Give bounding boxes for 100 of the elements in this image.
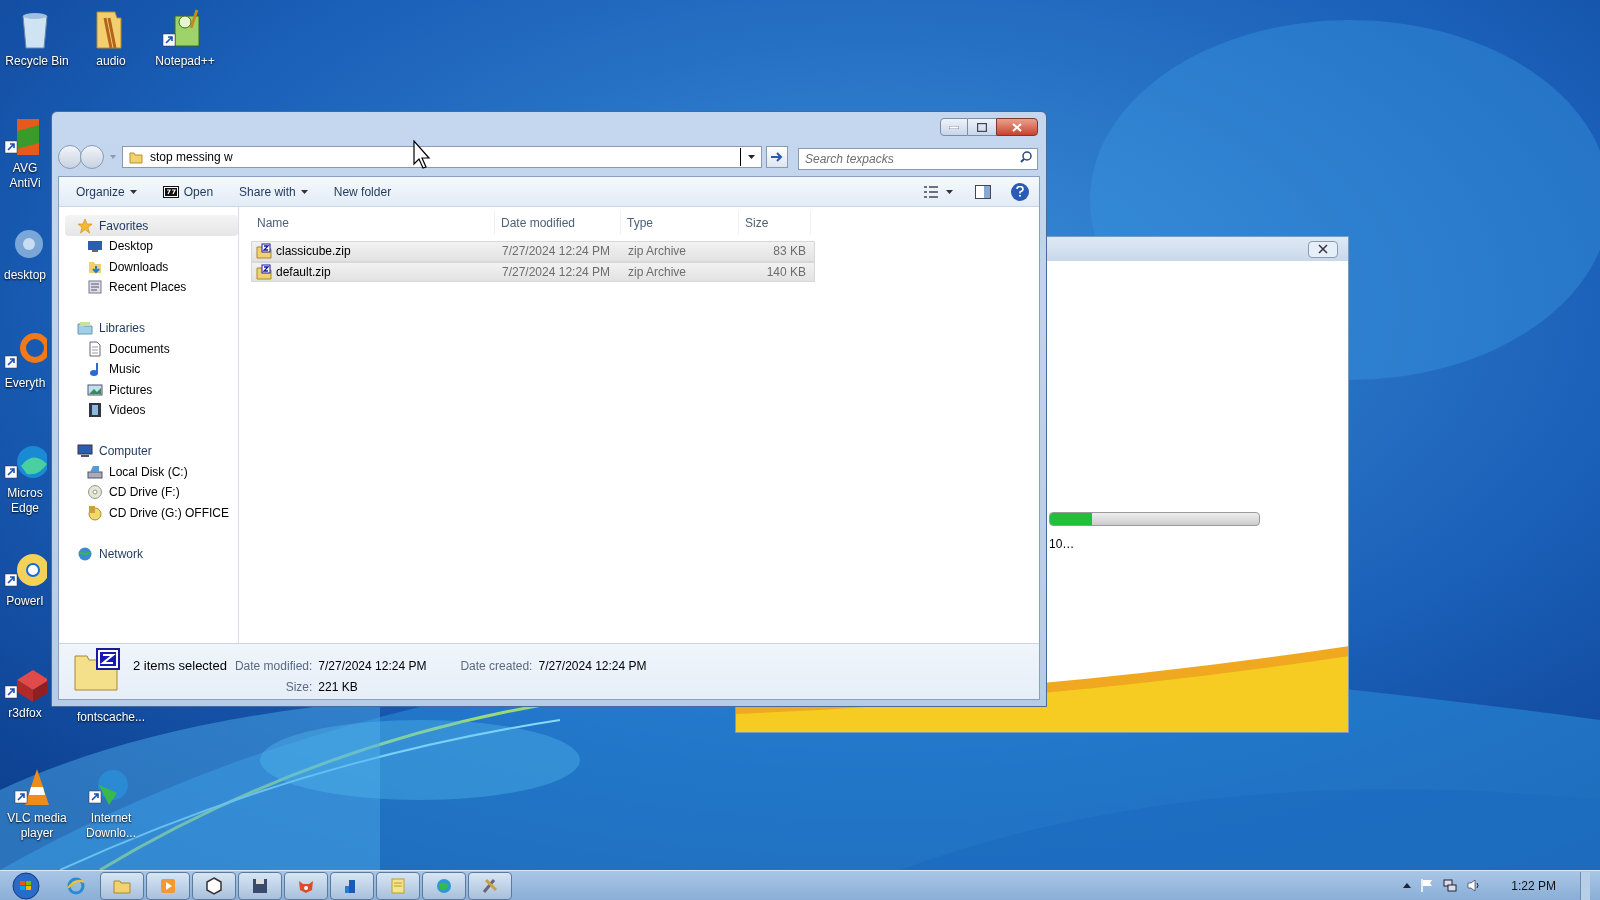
nav-item[interactable]: Music	[65, 359, 238, 380]
column-header[interactable]: Date modified	[495, 211, 621, 235]
app-icon	[204, 875, 224, 896]
desktop-icon-label: fontscache...	[77, 710, 146, 725]
maximize-icon	[977, 122, 987, 132]
libraries-icon	[77, 320, 93, 336]
desktop-icon	[87, 238, 103, 255]
desktop-icon-label: audio	[96, 54, 126, 69]
desktop-icon-label: Notepad++	[155, 54, 215, 69]
column-header[interactable]: Name	[251, 211, 495, 235]
taskbar-button[interactable]	[238, 871, 282, 900]
desktop-icon-label: Micros Edge	[6, 486, 44, 516]
disk-icon	[87, 463, 103, 480]
nav-item[interactable]: Downloads	[65, 256, 238, 277]
desktop-icon-label: VLC media player	[6, 811, 68, 841]
taskbar-button[interactable]	[192, 871, 236, 900]
cd-icon	[87, 484, 103, 501]
star-icon	[77, 217, 93, 234]
nav-group-label: Favorites	[99, 217, 149, 235]
nav-group-item[interactable]: Network	[65, 543, 238, 564]
file-row[interactable]: classicube.zip 7/27/2024 12:24 PM zip Archive 83 KB	[251, 241, 815, 262]
desktop-icon-label: AVG AntiVi	[8, 161, 42, 191]
detail-value: 221 KB	[318, 679, 359, 696]
file-size: 140 KB	[765, 263, 807, 281]
zip-folder-icon	[73, 648, 121, 692]
nav-item[interactable]: Local Disk (C:)	[65, 461, 238, 482]
nav-group-item[interactable]: Libraries	[65, 317, 238, 339]
nav-item-label: CD Drive (F:)	[109, 484, 180, 502]
nav-item[interactable]: CD Drive (F:)	[65, 482, 238, 503]
close-button[interactable]	[996, 118, 1038, 136]
taskbar-button[interactable]	[330, 871, 374, 900]
nav-group-label: Libraries	[99, 320, 146, 337]
close-button[interactable]	[1308, 240, 1338, 258]
address-field[interactable]: stop messing w	[122, 146, 762, 168]
show-hidden-icons-icon[interactable]	[1403, 883, 1412, 888]
caret-icon	[300, 189, 308, 194]
documents-icon	[87, 340, 103, 357]
network-icon	[77, 545, 93, 562]
windows-logo-icon	[11, 871, 41, 900]
speaker-icon[interactable]	[1467, 879, 1482, 892]
nav-item[interactable]: Recent Places	[65, 277, 238, 298]
nav-group-label: Computer	[99, 443, 152, 460]
nav-item-label: Videos	[109, 402, 146, 420]
help-button[interactable]	[1011, 182, 1029, 201]
nav-item[interactable]: CD Drive (G:) OFFICE	[65, 502, 238, 523]
search-field[interactable]: Search texpacks	[798, 148, 1038, 170]
file-date: 7/27/2024 12:24 PM	[501, 263, 612, 281]
file-size: 83 KB	[772, 243, 807, 261]
zip-file-icon	[256, 243, 272, 260]
close-icon	[1012, 122, 1022, 132]
nav-group-item[interactable]: Computer	[65, 440, 238, 462]
network-icon[interactable]	[1443, 879, 1458, 892]
nav-group-item[interactable]: Favorites	[65, 215, 238, 236]
recent-icon	[87, 279, 103, 296]
column-header[interactable]: Size	[739, 211, 811, 235]
open-button[interactable]: Open	[155, 180, 221, 203]
nav-item-label: Pictures	[109, 381, 153, 399]
file-date: 7/27/2024 12:24 PM	[501, 243, 612, 261]
desktop-icon-label: Internet Downlo...	[85, 811, 137, 841]
minimize-icon	[949, 125, 959, 129]
nav-item-label: CD Drive (G:) OFFICE	[109, 504, 229, 522]
file-name: classicube.zip	[276, 243, 351, 261]
address-text: stop messing w	[150, 150, 233, 164]
detail-value: 7/27/2024 12:24 PM	[538, 658, 647, 675]
clock[interactable]: 1:22 PM	[1511, 876, 1556, 895]
file-row[interactable]: default.zip 7/27/2024 12:24 PM zip Archive 140 KB	[251, 261, 815, 282]
detail-value: 7/27/2024 12:24 PM	[318, 658, 427, 675]
new-folder-button[interactable]: New folder	[326, 180, 399, 203]
app-icon	[388, 875, 408, 896]
folder-icon	[129, 150, 143, 164]
close-icon	[1318, 244, 1328, 254]
nav-item-label: Desktop	[109, 238, 154, 256]
app-icon	[66, 875, 86, 896]
nav-item[interactable]: Desktop	[65, 236, 238, 257]
dropdown-caret-icon	[748, 155, 755, 159]
arrow-right-icon	[771, 152, 783, 162]
pictures-icon	[87, 381, 103, 398]
detail-label: Date modified:	[234, 658, 313, 675]
caret-icon	[129, 189, 137, 194]
file-type: zip Archive	[627, 263, 688, 281]
nav-group-label: Network	[99, 545, 143, 563]
nav-item[interactable]: Documents	[65, 338, 238, 359]
help-icon	[1016, 186, 1024, 197]
desktop-icon-label: Recycle Bin	[5, 54, 69, 69]
computer-icon	[77, 443, 93, 459]
nav-item[interactable]: Pictures	[65, 379, 238, 400]
progress-status: 10…	[1049, 536, 1076, 553]
zip-file-icon	[256, 263, 272, 280]
desktop-icon-label: desktop	[4, 268, 46, 283]
nav-item-label: Music	[109, 361, 141, 379]
file-type: zip Archive	[627, 243, 688, 261]
toolbar-menu-button[interactable]: Organize	[69, 180, 144, 203]
go-button[interactable]	[766, 146, 788, 168]
column-header[interactable]: Type	[621, 211, 739, 235]
desktop-icon-label: r3dfox	[8, 706, 42, 721]
maximize-button[interactable]	[968, 118, 996, 136]
search-icon	[1020, 151, 1032, 163]
toolbar-menu-button[interactable]: Share with	[232, 180, 315, 203]
nav-item[interactable]: Videos	[65, 400, 238, 421]
mouse-cursor-icon	[413, 140, 433, 170]
